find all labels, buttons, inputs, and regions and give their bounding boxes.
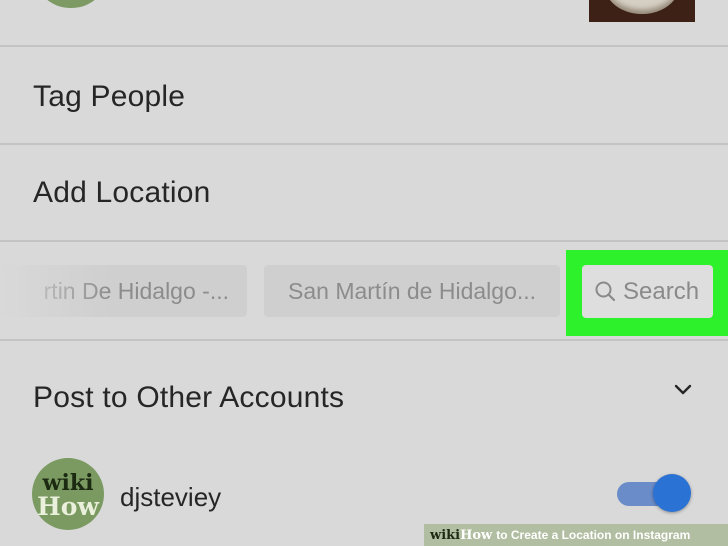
avatar-logo-text: How	[37, 492, 99, 521]
divider	[0, 143, 728, 145]
add-location-option[interactable]: Add Location	[33, 176, 211, 210]
watermark-title: to Create a Location on Instagram	[496, 528, 691, 542]
post-thumbnail	[589, 0, 695, 22]
search-label: Search	[623, 278, 700, 305]
location-suggestion-chip[interactable]: rtin De Hidalgo -...	[0, 265, 247, 317]
search-location-button[interactable]: Search	[582, 265, 713, 318]
wikihow-watermark: wikiHow to Create a Location on Instagram	[424, 524, 728, 546]
scroll-fade	[0, 265, 110, 317]
search-icon	[595, 281, 616, 302]
toggle-knob	[653, 474, 691, 512]
divider	[0, 45, 728, 47]
watermark-wiki: wiki	[430, 528, 461, 543]
location-suggestion-chip[interactable]: San Martín de Hidalgo...	[264, 265, 560, 317]
location-suggestion-label: San Martín de Hidalgo...	[288, 278, 537, 304]
watermark-how: How	[460, 528, 493, 543]
account-name: djsteviey	[120, 482, 222, 512]
divider	[0, 339, 728, 341]
account-avatar: wiki How	[32, 458, 104, 530]
divider	[0, 240, 728, 242]
thumbnail-image	[605, 0, 679, 14]
share-toggle[interactable]	[617, 474, 691, 512]
instagram-share-screen: Tag People Add Location rtin De Hidalgo …	[0, 0, 728, 546]
chevron-down-icon[interactable]	[672, 382, 694, 398]
post-to-other-accounts-heading: Post to Other Accounts	[33, 381, 345, 414]
profile-avatar-partial	[34, 0, 108, 8]
tag-people-option[interactable]: Tag People	[33, 80, 185, 114]
